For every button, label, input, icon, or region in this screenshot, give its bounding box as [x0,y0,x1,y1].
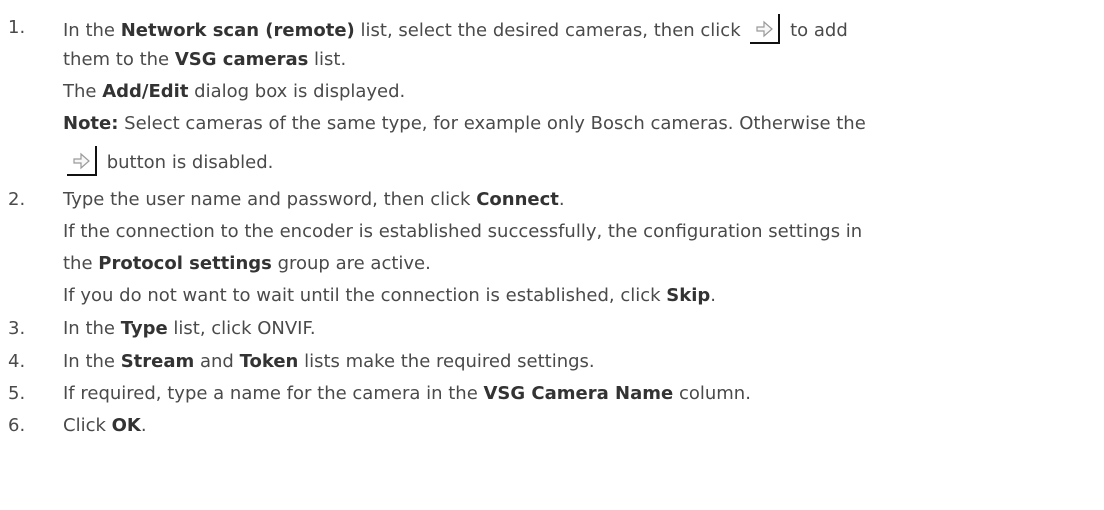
step-line: If required, type a name for the camera … [63,383,751,404]
ui-term: OK [111,415,141,436]
step-number: 1. [8,17,26,38]
ui-term: Skip [666,285,711,306]
ui-term: VSG Camera Name [483,383,674,404]
right-arrow-icon [65,144,99,178]
step-line: button is disabled. [63,144,273,179]
ui-term: Token [239,351,299,372]
ui-term: Type [120,318,168,339]
step-line: The Add/Edit dialog box is displayed. [63,81,406,102]
step-line: Click OK. [63,415,147,436]
step-number: 6. [8,415,26,436]
right-arrow-icon [748,12,782,46]
ui-term: Network scan (remote) [120,20,355,41]
ui-term: VSG cameras [174,49,309,70]
step-line: In the Network scan (remote) list, selec… [63,12,848,47]
ui-term: Add/Edit [102,81,189,102]
step-line: them to the VSG cameras list. [63,49,347,70]
note-line: Note: Select cameras of the same type, f… [63,113,866,134]
step-line: Type the user name and password, then cl… [63,189,565,210]
step-line: In the Type list, click ONVIF. [63,318,316,339]
step-number: 3. [8,318,26,339]
step-number: 2. [8,189,26,210]
ui-term: Protocol settings [98,253,272,274]
step-line: the Protocol settings group are active. [63,253,431,274]
ui-term: Stream [120,351,195,372]
step-number: 5. [8,383,26,404]
ui-term: Connect [476,189,559,210]
note-label: Note: [63,113,119,134]
step-number: 4. [8,351,26,372]
step-line: In the Stream and Token lists make the r… [63,351,595,372]
step-line: If the connection to the encoder is esta… [63,221,863,242]
step-line: If you do not want to wait until the con… [63,285,717,306]
